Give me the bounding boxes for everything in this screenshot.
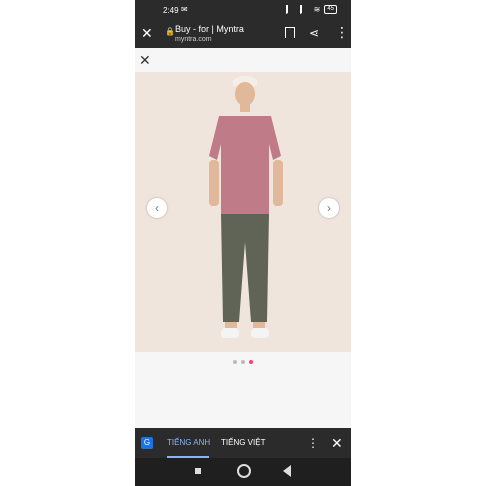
status-time: 2:49 — [163, 6, 179, 15]
gallery-next-button[interactable]: › — [319, 198, 339, 218]
recents-icon[interactable] — [195, 468, 201, 474]
home-icon[interactable] — [237, 464, 251, 478]
status-icons-left: ✉ — [181, 5, 188, 14]
phone-screen: 2:49 ✉ ≋ 45 ✕ 🔒 Buy - for | Myntra myntr… — [135, 0, 351, 486]
google-translate-icon: G — [141, 437, 153, 449]
translate-more-icon[interactable]: ⋮ — [307, 436, 319, 450]
page-domain[interactable]: myntra.com — [175, 36, 212, 43]
gallery-dots — [233, 360, 253, 364]
share-icon[interactable]: ⋖ — [309, 26, 319, 40]
translate-tab-source[interactable]: TIẾNG ANH — [167, 438, 210, 447]
lock-icon: 🔒 — [165, 27, 175, 36]
gallery-dot-1[interactable] — [233, 360, 237, 364]
wifi-icon: ≋ — [313, 5, 321, 14]
browser-toolbar: ✕ 🔒 Buy - for | Myntra myntra.com ⋖ ⋮ — [135, 20, 351, 48]
more-options-icon[interactable]: ⋮ — [335, 24, 349, 41]
gallery-dot-3[interactable] — [249, 360, 253, 364]
close-tab-icon[interactable]: ✕ — [141, 25, 153, 42]
bookmark-icon[interactable] — [285, 27, 295, 38]
notification-icon: ✉ — [181, 5, 188, 14]
gallery-dot-2[interactable] — [241, 360, 245, 364]
battery-icon: 45 — [324, 5, 337, 14]
translate-close-icon[interactable]: ✕ — [331, 435, 343, 452]
close-gallery-icon[interactable]: ✕ — [139, 52, 151, 69]
signal-icon-2 — [299, 5, 310, 14]
translate-bar: G TIẾNG ANH TIẾNG VIỆT ⋮ ✕ — [135, 428, 351, 458]
page-title[interactable]: Buy - for | Myntra — [175, 24, 244, 34]
product-photo[interactable] — [135, 72, 351, 352]
model-figure — [209, 76, 283, 338]
gallery-prev-button[interactable]: ‹ — [147, 198, 167, 218]
translate-tab-target[interactable]: TIẾNG VIỆT — [221, 438, 265, 447]
status-icons-right: ≋ 45 — [285, 5, 337, 14]
signal-icon — [285, 5, 296, 14]
status-bar: 2:49 ✉ ≋ 45 — [135, 0, 351, 20]
back-icon[interactable] — [283, 465, 291, 477]
android-nav-bar — [135, 458, 351, 486]
